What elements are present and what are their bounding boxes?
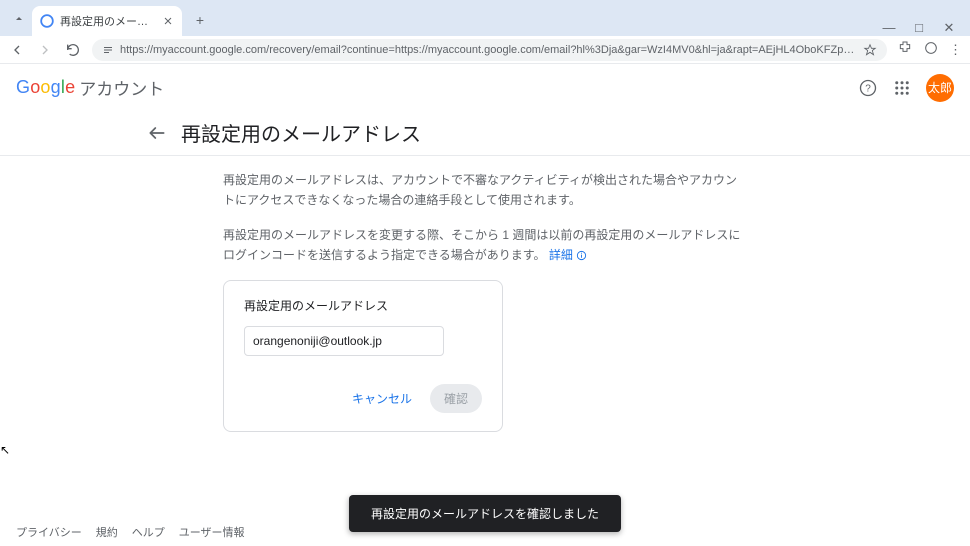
- profile-icon[interactable]: [923, 40, 939, 59]
- page-title-row: 再設定用のメールアドレス: [135, 118, 835, 147]
- description-1: 再設定用のメールアドレスは、アカウントで不審なアクティビティが検出された場合やア…: [223, 170, 747, 211]
- footer-userinfo[interactable]: ユーザー情報: [179, 524, 245, 540]
- bookmark-icon[interactable]: [863, 43, 877, 57]
- extensions-icon[interactable]: [897, 40, 913, 59]
- address-bar[interactable]: https://myaccount.google.com/recovery/em…: [92, 39, 887, 61]
- close-window-icon[interactable]: ✕: [942, 20, 956, 36]
- apps-icon[interactable]: [892, 78, 912, 98]
- recovery-email-input[interactable]: [244, 326, 444, 356]
- svg-text:?: ?: [865, 83, 871, 94]
- minimize-icon[interactable]: ―: [882, 20, 896, 36]
- site-info-icon[interactable]: [102, 44, 114, 56]
- avatar[interactable]: 太郎: [926, 74, 954, 102]
- reload-button[interactable]: [64, 41, 82, 59]
- footer-terms[interactable]: 規約: [96, 524, 118, 540]
- info-icon: [576, 250, 587, 261]
- tab-title: 再設定用のメールアドレス: [60, 13, 156, 29]
- toast-snackbar: 再設定用のメールアドレスを確認しました: [349, 495, 621, 532]
- cursor-icon: ↖: [0, 443, 10, 457]
- card-label: 再設定用のメールアドレス: [244, 297, 482, 314]
- menu-icon[interactable]: ⋮: [949, 42, 962, 58]
- toast-message: 再設定用のメールアドレスを確認しました: [371, 507, 599, 521]
- google-logo[interactable]: Google: [16, 77, 75, 98]
- url-text: https://myaccount.google.com/recovery/em…: [120, 44, 857, 56]
- learn-more-label: 詳細: [549, 245, 573, 265]
- maximize-icon[interactable]: □: [912, 20, 926, 36]
- cancel-button[interactable]: キャンセル: [344, 384, 420, 413]
- forward-button[interactable]: [36, 41, 54, 59]
- divider: [0, 155, 970, 156]
- confirm-button[interactable]: 確認: [430, 384, 482, 413]
- avatar-text: 太郎: [928, 79, 952, 96]
- footer-privacy[interactable]: プライバシー: [16, 524, 82, 540]
- main-content: 再設定用のメールアドレスは、アカウントで不審なアクティビティが検出された場合やア…: [205, 170, 765, 432]
- browser-toolbar: https://myaccount.google.com/recovery/em…: [0, 36, 970, 64]
- footer-help[interactable]: ヘルプ: [132, 524, 165, 540]
- google-favicon: [40, 14, 54, 28]
- close-icon[interactable]: [162, 15, 174, 27]
- description-2-text: 再設定用のメールアドレスを変更する際、そこから 1 週間は以前の再設定用のメール…: [223, 228, 740, 262]
- footer: プライバシー 規約 ヘルプ ユーザー情報: [16, 524, 245, 540]
- back-arrow-icon[interactable]: [147, 123, 167, 143]
- back-button[interactable]: [8, 41, 26, 59]
- window-controls: ― □ ✕: [868, 16, 970, 36]
- description-2: 再設定用のメールアドレスを変更する際、そこから 1 週間は以前の再設定用のメール…: [223, 225, 747, 266]
- learn-more-link[interactable]: 詳細: [549, 245, 587, 265]
- app-name: アカウント: [79, 75, 164, 100]
- page-title: 再設定用のメールアドレス: [181, 118, 421, 147]
- browser-tab[interactable]: 再設定用のメールアドレス: [32, 6, 182, 36]
- recovery-email-card: 再設定用のメールアドレス キャンセル 確認: [223, 280, 503, 432]
- tab-search-icon[interactable]: [10, 10, 28, 28]
- new-tab-button[interactable]: +: [188, 8, 212, 32]
- browser-tab-strip: 再設定用のメールアドレス + ― □ ✕: [0, 0, 970, 36]
- help-icon[interactable]: ?: [858, 78, 878, 98]
- app-header: Google アカウント ? 太郎: [0, 64, 970, 112]
